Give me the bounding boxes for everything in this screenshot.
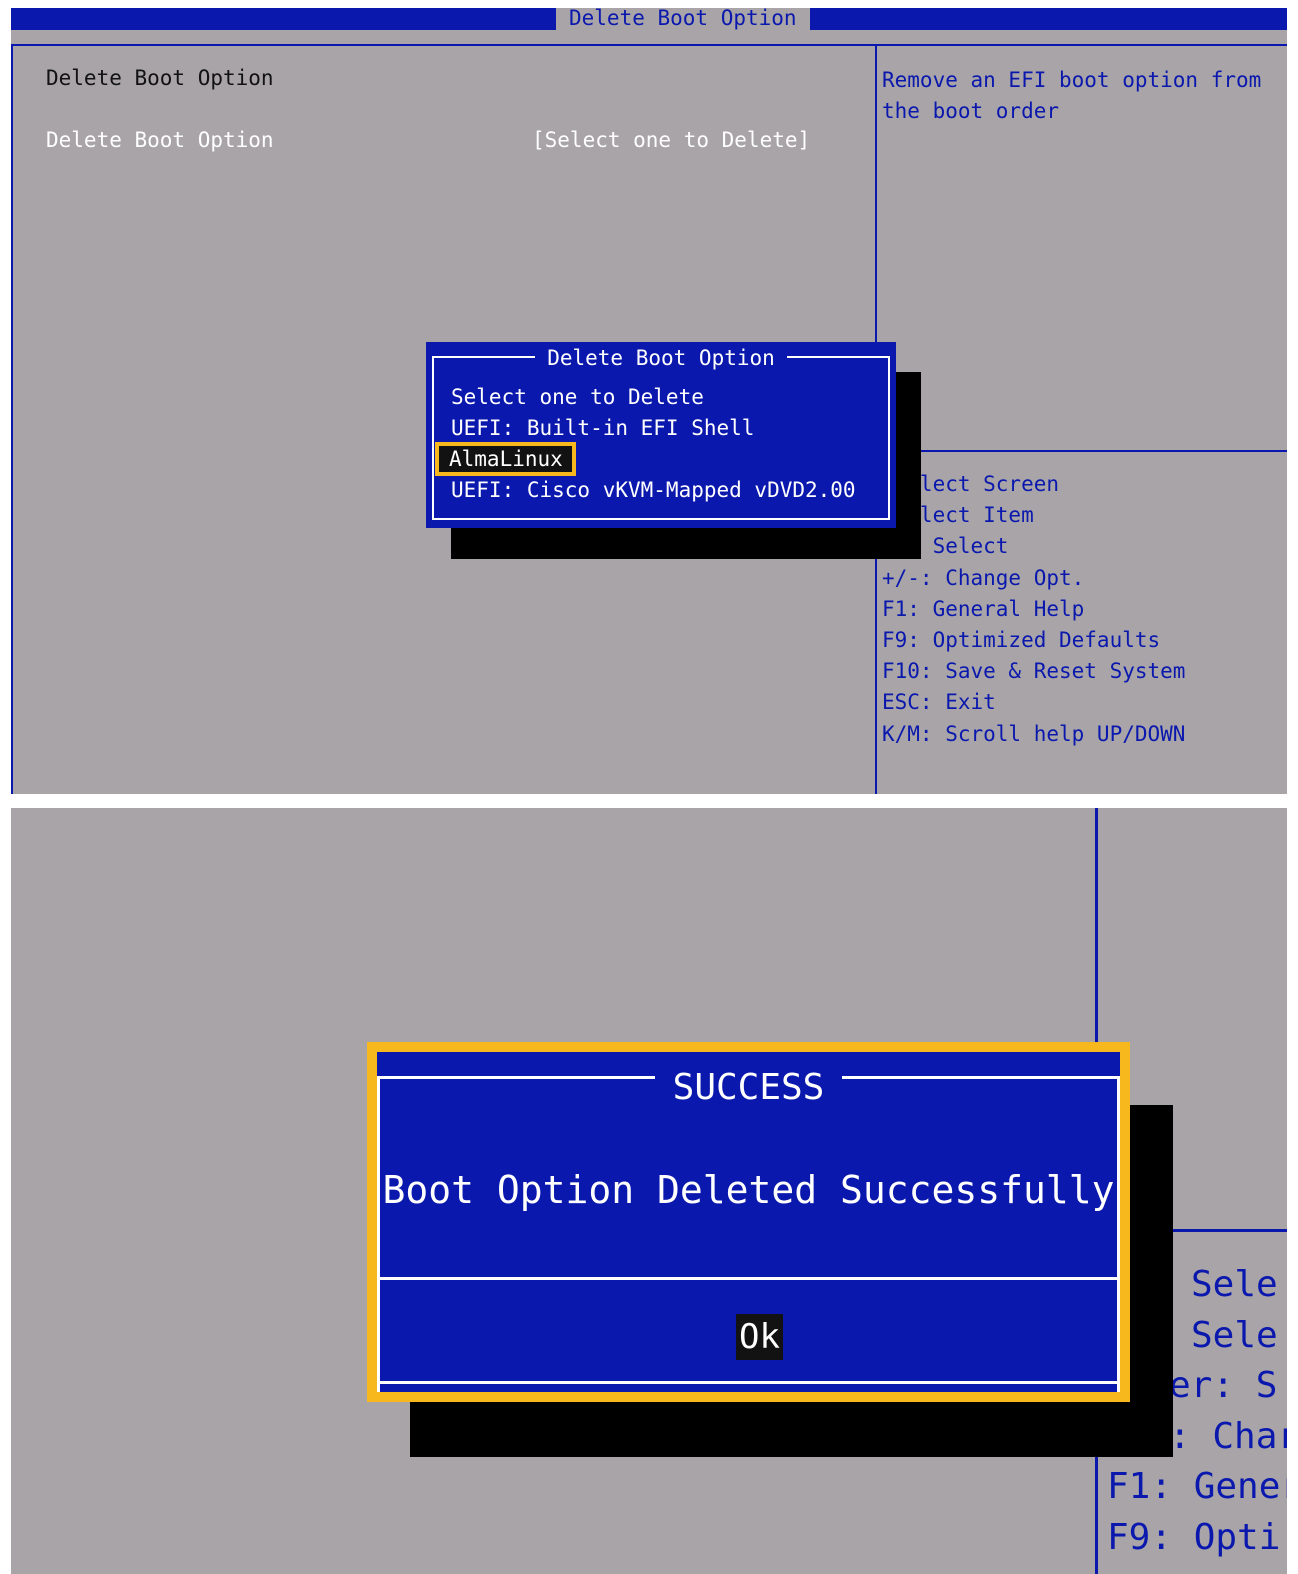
dialog-separator <box>377 1277 1120 1280</box>
page-title: Delete Boot Option <box>556 8 810 30</box>
delete-boot-option-setting[interactable]: Delete Boot Option <box>46 127 274 153</box>
key-help-item: +/-: Change Opt. <box>882 565 1085 590</box>
success-dialog: SUCCESS Boot Option Deleted Successfully… <box>367 1042 1130 1402</box>
key-help-item: ESC: Exit <box>882 690 996 715</box>
ok-button[interactable]: Ok <box>736 1314 783 1360</box>
help-divider <box>877 450 1287 452</box>
bios-screen-delete-boot-option: Delete Boot Option Delete Boot Option De… <box>11 8 1287 794</box>
key-help-list: Select Screen Select Item er: Select +/-… <box>882 469 1185 750</box>
section-label: Delete Boot Option <box>46 66 274 90</box>
dialog-title: SUCCESS <box>654 1067 843 1108</box>
bios-screen-success-zoom: Sele Sele er: S : Char F1: Gener F9: Opt… <box>11 808 1287 1574</box>
key-help-item: F1: Gener <box>1107 1466 1287 1507</box>
key-help-item: F9: Optimized Defaults <box>882 627 1161 652</box>
key-help-item: Select Screen <box>882 472 1060 496</box>
key-help-item: F10: Save & Reset System <box>882 659 1186 684</box>
help-text: Remove an EFI boot option from the boot … <box>882 68 1262 123</box>
popup-item-cisco-vdvd[interactable]: UEFI: Cisco vKVM-Mapped vDVD2.00 <box>451 477 856 503</box>
key-help-item: er: Select <box>882 534 1009 559</box>
dialog-message: Boot Option Deleted Successfully <box>382 1168 1115 1212</box>
popup-title: Delete Boot Option <box>535 346 787 370</box>
dialog-bottom-border <box>377 1381 1120 1384</box>
dialog-left-border <box>377 1076 380 1392</box>
key-help-item: F9: Opti <box>1107 1516 1281 1558</box>
popup-item-select-one[interactable]: Select one to Delete <box>451 384 704 410</box>
key-help-item: Select Item <box>882 503 1034 528</box>
dialog-right-border <box>1117 1076 1120 1392</box>
delete-boot-option-popup: Delete Boot Option Select one to Delete … <box>426 342 896 528</box>
delete-boot-option-value[interactable]: [Select one to Delete] <box>532 127 810 153</box>
key-help-item: K/M: Scroll help UP/DOWN <box>882 721 1186 746</box>
popup-item-almalinux[interactable]: AlmaLinux <box>439 446 572 472</box>
popup-item-efi-shell[interactable]: UEFI: Built-in EFI Shell <box>451 415 754 441</box>
key-help-item: F1: General Help <box>882 596 1085 621</box>
